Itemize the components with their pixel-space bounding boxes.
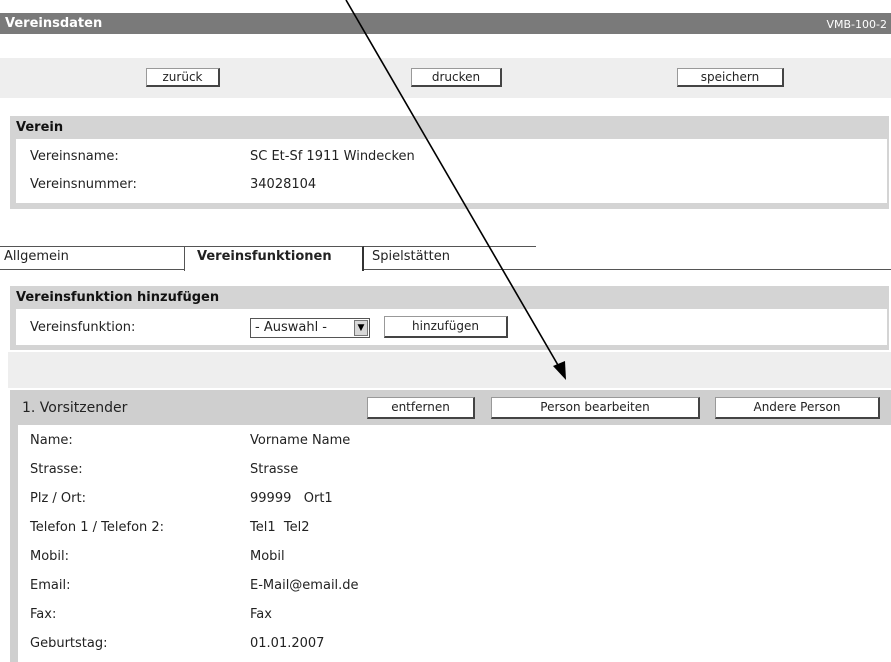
- remove-button[interactable]: entfernen: [367, 397, 475, 419]
- fax-label: Fax:: [30, 607, 57, 622]
- verein-heading: Verein: [16, 120, 64, 135]
- tab-allgemein-label: Allgemein: [4, 249, 69, 264]
- function-title: 1. Vorsitzender: [22, 400, 128, 416]
- verein-body: [16, 139, 887, 203]
- tab-spielstaetten[interactable]: Spielstätten: [364, 246, 536, 269]
- tab-vereinsfunktionen[interactable]: Vereinsfunktionen: [184, 246, 364, 271]
- mobil-value: Mobil: [250, 549, 285, 564]
- save-button[interactable]: speichern: [677, 68, 784, 87]
- email-label: Email:: [30, 578, 71, 593]
- chevron-down-icon[interactable]: ▼: [354, 320, 368, 336]
- telefon-value: Tel1 Tel2: [250, 520, 310, 535]
- vereinsname-value: SC Et-Sf 1911 Windecken: [250, 149, 415, 164]
- vereinsfunktion-label: Vereinsfunktion:: [30, 320, 136, 335]
- email-value: E-Mail@email.de: [250, 578, 359, 593]
- other-person-button[interactable]: Andere Person: [715, 397, 880, 419]
- plz-ort-label: Plz / Ort:: [30, 491, 86, 506]
- vereinsfunktion-select[interactable]: - Auswahl - ▼: [250, 318, 370, 338]
- add-function-heading: Vereinsfunktion hinzufügen: [16, 290, 220, 305]
- vereinsname-label: Vereinsname:: [30, 149, 119, 164]
- title-bar: [0, 13, 891, 34]
- strasse-label: Strasse:: [30, 462, 83, 477]
- back-button[interactable]: zurück: [146, 68, 220, 87]
- telefon-label: Telefon 1 / Telefon 2:: [30, 520, 165, 535]
- tab-allgemein[interactable]: Allgemein: [0, 246, 184, 269]
- spacer-area: [8, 352, 891, 388]
- strasse-value: Strasse: [250, 462, 299, 477]
- vereinsnummer-value: 34028104: [250, 177, 317, 192]
- add-function-button[interactable]: hinzufügen: [384, 316, 508, 338]
- page-title: Vereinsdaten: [5, 16, 103, 31]
- edit-person-button[interactable]: Person bearbeiten: [491, 397, 700, 419]
- print-button[interactable]: drucken: [411, 68, 502, 87]
- vereinsfunktion-select-value: - Auswahl -: [255, 320, 328, 335]
- vereinsnummer-label: Vereinsnummer:: [30, 177, 137, 192]
- geburtstag-label: Geburtstag:: [30, 636, 108, 651]
- geburtstag-value: 01.01.2007: [250, 636, 325, 651]
- tab-vereinsfunktionen-label: Vereinsfunktionen: [197, 249, 332, 264]
- fax-value: Fax: [250, 607, 272, 622]
- tab-spielstaetten-label: Spielstätten: [372, 249, 450, 264]
- function-body: [18, 425, 891, 662]
- name-label: Name:: [30, 433, 73, 448]
- page-code: VMB-100-2: [826, 18, 888, 31]
- plz-ort-value: 99999 Ort1: [250, 491, 333, 506]
- name-value: Vorname Name: [250, 433, 351, 448]
- mobil-label: Mobil:: [30, 549, 70, 564]
- tab-underline: [0, 269, 891, 270]
